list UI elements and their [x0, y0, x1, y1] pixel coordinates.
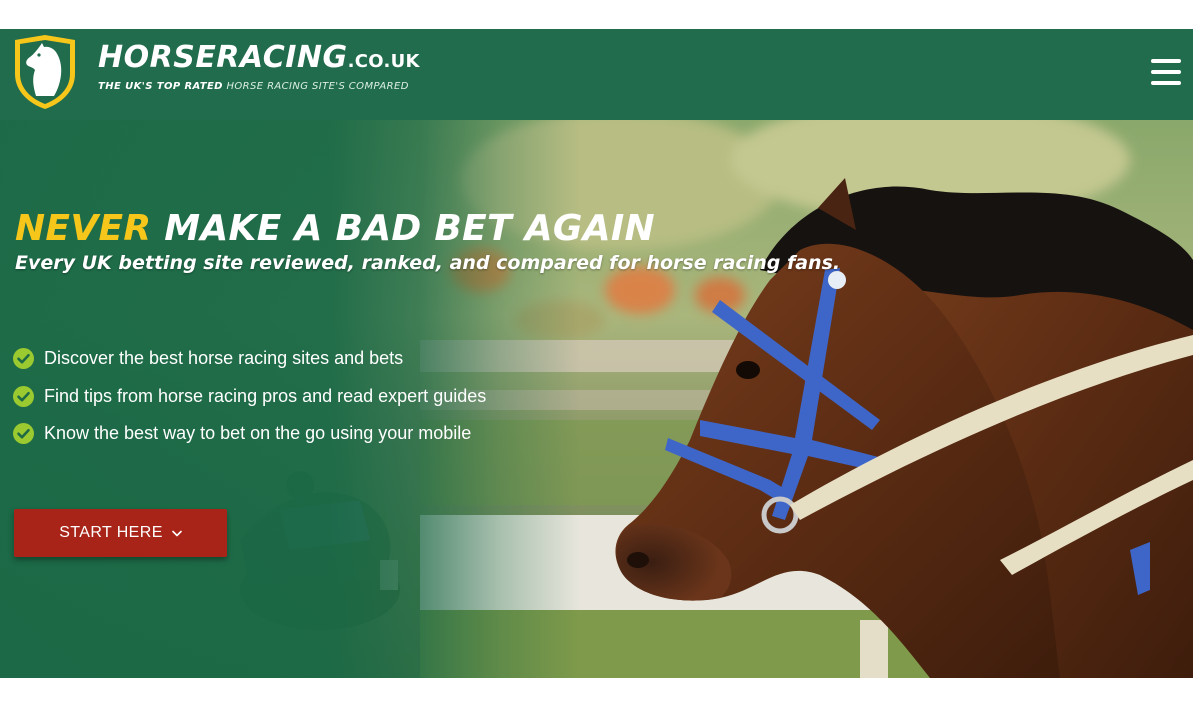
- hamburger-menu-icon-bar: [1151, 81, 1181, 85]
- horse-head-shield-icon: [15, 35, 75, 109]
- hero-subheadline: Every UK betting site reviewed, ranked, …: [15, 252, 841, 274]
- feature-list-item: Discover the best horse racing sites and…: [13, 340, 486, 378]
- bottom-whitespace: [0, 678, 1193, 708]
- hamburger-menu-icon-bar: [1151, 59, 1181, 63]
- headline-accent: NEVER: [15, 208, 152, 249]
- feature-label: Discover the best horse racing sites and…: [44, 348, 404, 369]
- start-here-label: START HERE: [59, 524, 163, 541]
- site-tagline: THE UK'S TOP RATED HORSE RACING SITE'S C…: [98, 81, 409, 92]
- check-circle-icon: [13, 348, 34, 370]
- feature-list: Discover the best horse racing sites and…: [13, 340, 486, 453]
- chevron-down-icon: [171, 530, 182, 536]
- top-whitespace: [0, 0, 1193, 29]
- tagline-rest: HORSE RACING SITE'S COMPARED: [226, 81, 409, 92]
- feature-label: Find tips from horse racing pros and rea…: [44, 385, 487, 406]
- start-here-button[interactable]: START HERE: [14, 509, 227, 557]
- tagline-strong: THE UK'S TOP RATED: [98, 81, 223, 92]
- feature-label: Know the best way to bet on the go using…: [44, 423, 472, 444]
- site-header: HORSERACING.CO.UK THE UK'S TOP RATED HOR…: [0, 29, 1193, 120]
- hero-headline: NEVER MAKE A BAD BET AGAIN: [15, 208, 655, 249]
- check-circle-icon: [13, 423, 34, 445]
- feature-list-item: Find tips from horse racing pros and rea…: [13, 378, 486, 416]
- brand-name: HORSERACING: [98, 40, 348, 75]
- headline-rest: MAKE A BAD BET AGAIN: [164, 208, 655, 249]
- feature-list-item: Know the best way to bet on the go using…: [13, 415, 486, 453]
- hero-banner: NEVER MAKE A BAD BET AGAIN Every UK bett…: [0, 120, 1193, 678]
- brand-wordmark[interactable]: HORSERACING.CO.UK: [98, 43, 420, 73]
- hamburger-menu-icon-bar: [1151, 70, 1181, 74]
- site-logo[interactable]: [12, 34, 78, 110]
- brand-domain: .CO.UK: [347, 51, 420, 72]
- hamburger-menu-button[interactable]: [1151, 59, 1181, 85]
- check-circle-icon: [13, 385, 34, 407]
